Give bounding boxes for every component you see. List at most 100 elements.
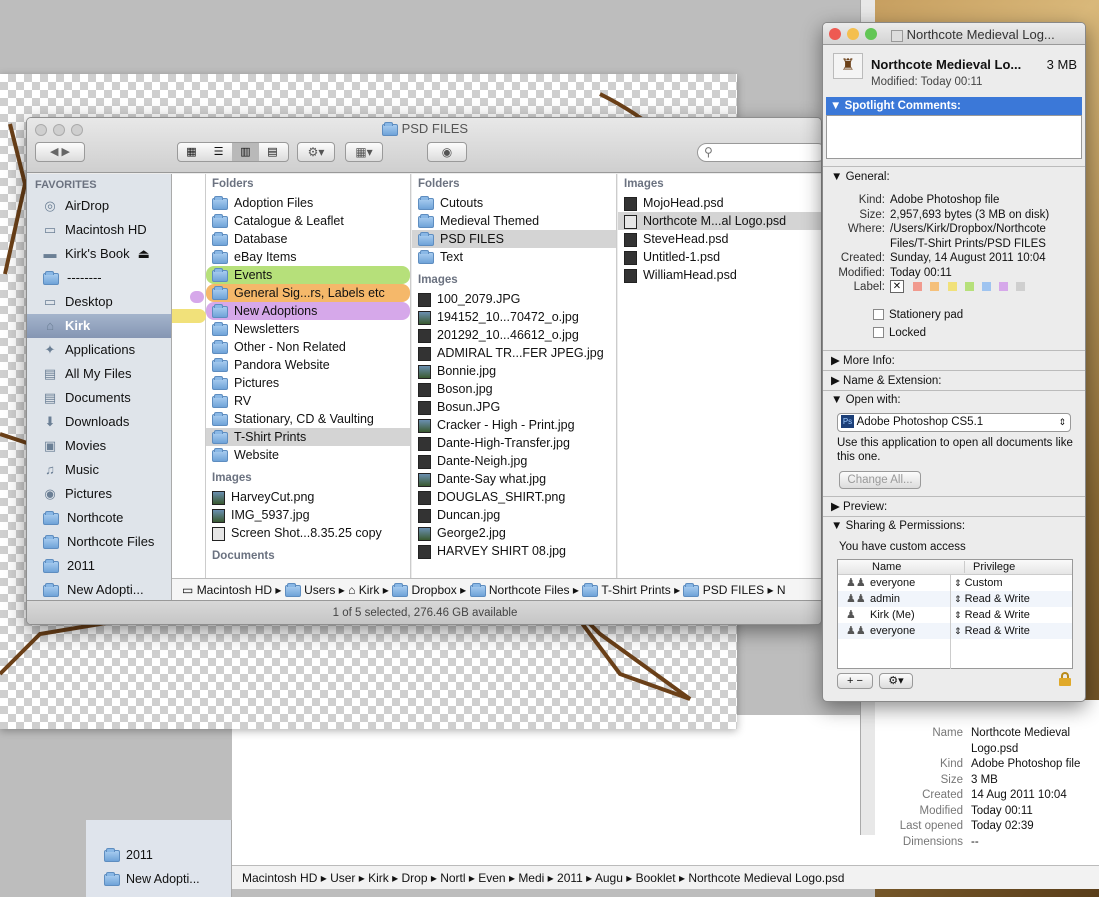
path-item[interactable]: Booklet (636, 871, 676, 885)
file-row[interactable]: Dante-Neigh.jpg (412, 452, 616, 470)
label-gray[interactable] (1016, 282, 1026, 292)
folder-row[interactable]: Stationary, CD & Vaulting (206, 410, 410, 428)
file-row[interactable]: 194152_10...70472_o.jpg (412, 308, 616, 326)
list-view-icon[interactable]: ☰ (205, 143, 232, 161)
lock-icon[interactable] (1059, 672, 1071, 686)
spotlight-comments-field[interactable] (826, 115, 1082, 159)
sidebar-item[interactable]: ▬ Kirk's Book ⏏ (27, 242, 171, 266)
sidebar-item[interactable]: 2011 (27, 554, 171, 578)
folder-row[interactable]: Cutouts (412, 194, 616, 212)
file-row[interactable]: SteveHead.psd (618, 230, 821, 248)
file-row[interactable]: IMG_5937.jpg (206, 506, 410, 524)
path-item[interactable]: Macintosh HD (242, 871, 317, 885)
search-input[interactable]: ⚲ (697, 143, 821, 162)
file-row[interactable]: Untitled-1.psd (618, 248, 821, 266)
folder-row[interactable]: Website (206, 446, 410, 464)
file-row[interactable]: WilliamHead.psd (618, 266, 821, 284)
file-row[interactable]: Boson.jpg (412, 380, 616, 398)
file-row[interactable]: Bosun.JPG (412, 398, 616, 416)
permission-row[interactable]: ♟♟ everyone ⇕ Read & Write (838, 623, 1072, 639)
path-item[interactable]: Medi (518, 871, 544, 885)
path-item[interactable]: 2011 (557, 871, 583, 885)
sidebar-item[interactable]: ♫ Music (27, 458, 171, 482)
preview-toggle[interactable]: ▶ Preview: (823, 497, 1085, 517)
path-item[interactable]: Dropbox (411, 583, 456, 597)
sidebar-item[interactable]: ▤ All My Files (27, 362, 171, 386)
forward-arrow-icon[interactable]: ▶ (62, 146, 70, 158)
sidebar-item[interactable]: ▤ Documents (27, 386, 171, 410)
eject-icon[interactable]: ⏏ (138, 246, 150, 261)
folder-row[interactable]: eBay Items (206, 248, 410, 266)
path-item[interactable]: Even (478, 871, 505, 885)
folder-row[interactable]: New Adoptions (206, 302, 410, 320)
quicklook-button[interactable]: ◉ (427, 142, 467, 162)
folder-row[interactable]: Other - Non Related (206, 338, 410, 356)
back-forward-buttons[interactable]: ◀ ▶ (35, 142, 85, 162)
folder-row[interactable]: RV (206, 392, 410, 410)
sidebar-item[interactable]: New Adopti... (27, 578, 171, 600)
app-popup[interactable]: Ps Adobe Photoshop CS5.1 ⇕ (837, 413, 1071, 432)
minimize-button[interactable] (847, 28, 859, 40)
folder-row[interactable]: Catalogue & Leaflet (206, 212, 410, 230)
file-row[interactable]: Duncan.jpg (412, 506, 616, 524)
label-orange[interactable] (930, 282, 940, 292)
sidebar-item[interactable]: ⬇ Downloads (27, 410, 171, 434)
arrange-menu-button[interactable]: ▦▾ (345, 142, 383, 162)
file-row[interactable]: Bonnie.jpg (412, 362, 616, 380)
permission-row[interactable]: ♟♟ everyone ⇕ Custom (838, 575, 1072, 591)
folder-row[interactable]: Database (206, 230, 410, 248)
folder-row[interactable]: Medieval Themed (412, 212, 616, 230)
label-green[interactable] (964, 282, 974, 292)
add-remove-buttons[interactable]: + − (837, 673, 873, 689)
sidebar-item[interactable]: ◎ AirDrop (27, 194, 171, 218)
path-item[interactable]: N (777, 583, 786, 597)
view-switcher[interactable]: ▦ ☰ ▥ ▤ (177, 142, 289, 162)
sidebar-item[interactable]: ▭ Desktop (27, 290, 171, 314)
path-item[interactable]: PSD FILES (703, 583, 764, 597)
locked-checkbox[interactable]: Locked (873, 327, 926, 339)
privilege-popup[interactable]: ⇕ Read & Write (954, 623, 1030, 639)
column-header-privilege[interactable]: Privilege (964, 561, 1015, 573)
file-row[interactable]: 100_2079.JPG (412, 290, 616, 308)
path-item[interactable]: T-Shirt Prints (601, 583, 670, 597)
remove-icon[interactable]: − (857, 675, 863, 687)
folder-row[interactable]: General Sig...rs, Labels etc (206, 284, 410, 302)
sidebar-item-new-adoptions[interactable]: New Adopti... (98, 870, 200, 888)
action-menu-button[interactable]: ⚙▾ (297, 142, 335, 162)
privilege-popup[interactable]: ⇕ Custom (954, 575, 1003, 591)
path-item[interactable]: Northcote Medieval Logo.psd (688, 871, 844, 885)
file-row[interactable]: Northcote M...al Logo.psd (618, 212, 821, 230)
folder-row[interactable]: Adoption Files (206, 194, 410, 212)
sidebar-item[interactable]: Northcote Files (27, 530, 171, 554)
add-icon[interactable]: + (847, 675, 853, 687)
sidebar-item[interactable]: ▭ Macintosh HD (27, 218, 171, 242)
file-row[interactable]: ADMIRAL TR...FER JPEG.jpg (412, 344, 616, 362)
close-button[interactable] (829, 28, 841, 40)
open-with-toggle[interactable]: ▼ Open with: (831, 394, 901, 406)
file-row[interactable]: DOUGLAS_SHIRT.png (412, 488, 616, 506)
label-blue[interactable] (982, 282, 992, 292)
privilege-popup[interactable]: ⇕ Read & Write (954, 591, 1030, 607)
sidebar-item[interactable]: ⌂ Kirk (27, 314, 171, 338)
stationery-checkbox[interactable]: Stationery pad (873, 309, 963, 321)
change-all-button[interactable]: Change All... (839, 471, 921, 489)
file-row[interactable]: Dante-High-Transfer.jpg (412, 434, 616, 452)
file-row[interactable]: George2.jpg (412, 524, 616, 542)
column-header-name[interactable]: Name (872, 561, 901, 573)
sharing-toggle[interactable]: ▼ Sharing & Permissions: (831, 520, 965, 532)
sidebar-item[interactable]: ◉ Pictures (27, 482, 171, 506)
folder-row[interactable]: Pictures (206, 374, 410, 392)
path-item[interactable]: Kirk (359, 583, 380, 597)
permission-row[interactable]: ♟♟ admin ⇕ Read & Write (838, 591, 1072, 607)
label-red[interactable] (913, 282, 923, 292)
more-info-toggle[interactable]: ▶ More Info: (823, 351, 1085, 371)
privilege-popup[interactable]: ⇕ Read & Write (954, 607, 1030, 623)
folder-row[interactable]: Events (206, 266, 410, 284)
spotlight-header[interactable]: ▼ Spotlight Comments: (826, 97, 1082, 115)
sidebar-item[interactable]: Northcote (27, 506, 171, 530)
path-item[interactable]: Macintosh HD (197, 583, 272, 597)
path-item[interactable]: Nortl (440, 871, 465, 885)
no-label-swatch[interactable]: ✕ (890, 280, 904, 294)
file-row[interactable]: MojoHead.psd (618, 194, 821, 212)
back-arrow-icon[interactable]: ◀ (50, 146, 58, 158)
